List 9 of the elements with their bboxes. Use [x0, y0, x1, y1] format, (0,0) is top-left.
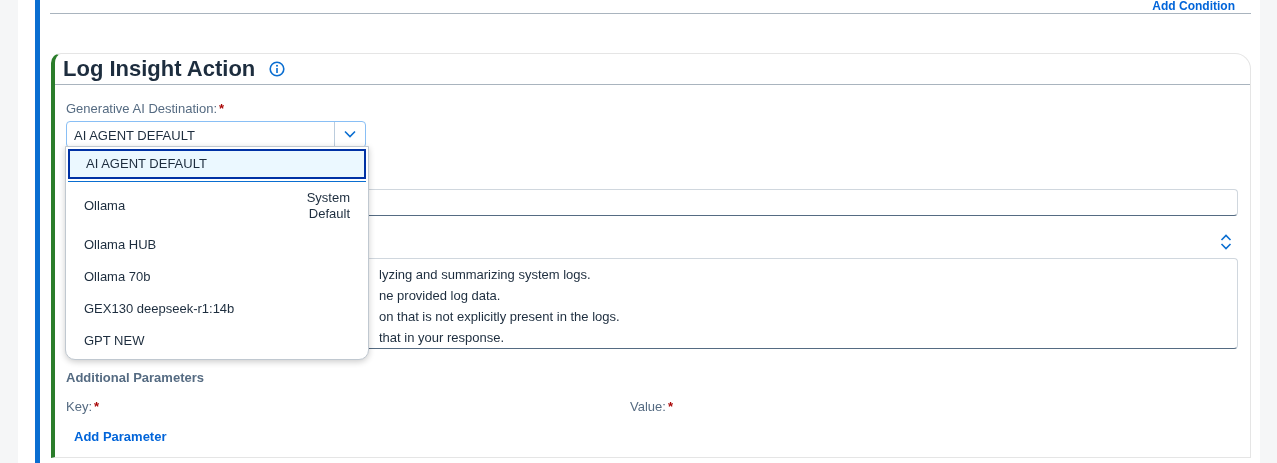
section-title: Log Insight Action: [63, 55, 256, 83]
section-heading: Additional Parameters: [66, 368, 205, 387]
prompt-line: that in your response.: [379, 328, 506, 347]
prompt-line: ne provided log data.: [379, 286, 502, 305]
field-label: Value:*: [630, 399, 673, 414]
field-label: Key:*: [66, 399, 100, 414]
prompt-line: lyzing and summarizing system logs.: [379, 265, 592, 284]
prompt-line: on that is not explicitly present in the logs.: [379, 307, 621, 326]
field-label: Generative AI Destination:*: [66, 101, 225, 116]
